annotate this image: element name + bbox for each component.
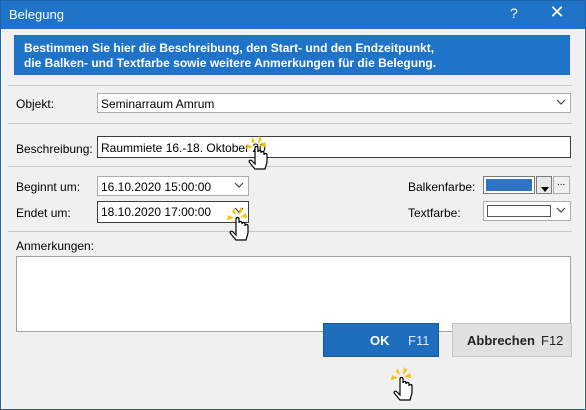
objekt-label: Objekt:	[16, 97, 55, 111]
ok-button[interactable]: OK F11	[323, 323, 439, 357]
anmerkungen-textarea[interactable]	[16, 256, 571, 332]
hand-cursor-icon	[227, 207, 249, 241]
cancel-button[interactable]: Abbrechen F12	[452, 323, 572, 357]
chevron-down-icon	[556, 205, 566, 218]
chevron-down-icon	[556, 97, 566, 110]
endet-value: 18.10.2020 17:00:00	[101, 205, 212, 219]
balkenfarbe-label: Balkenfarbe:	[408, 180, 476, 194]
ok-button-label: OK	[370, 333, 390, 348]
balkenfarbe-dropdown-button[interactable]	[536, 176, 552, 194]
anmerkungen-label: Anmerkungen:	[16, 239, 95, 253]
help-button[interactable]: ?	[504, 5, 524, 21]
caret-down-icon	[541, 182, 549, 193]
chevron-down-icon[interactable]	[234, 180, 244, 193]
ellipsis-label: ...	[557, 177, 566, 188]
beschreibung-label: Beschreibung:	[16, 142, 93, 156]
beschreibung-value: Raummiete 16.-18. Oktober 20	[101, 141, 266, 155]
textfarbe-label: Textfarbe:	[408, 206, 461, 220]
hand-cursor-icon	[246, 136, 268, 170]
balkenfarbe-swatch[interactable]	[483, 176, 535, 194]
endet-label: Endet um:	[16, 206, 71, 220]
close-button[interactable]: ✕	[542, 2, 572, 23]
beschreibung-input[interactable]: Raummiete 16.-18. Oktober 20	[97, 136, 571, 158]
beginnt-value: 16.10.2020 15:00:00	[101, 180, 212, 194]
separator	[8, 85, 572, 86]
window-title: Belegung	[9, 7, 64, 22]
beginnt-label: Beginnt um:	[16, 180, 81, 194]
beginnt-datetime[interactable]: 16.10.2020 15:00:00	[97, 176, 249, 196]
textfarbe-color	[487, 205, 551, 217]
objekt-select[interactable]: Seminarraum Amrum	[97, 93, 571, 113]
cancel-button-label: Abbrechen	[467, 333, 535, 348]
cancel-button-shortcut: F12	[541, 333, 564, 348]
title-bar: Belegung ? ✕	[1, 1, 585, 29]
balkenfarbe-more-button[interactable]: ...	[553, 176, 570, 194]
info-banner-line-2: die Balken- und Textfarbe sowie weitere …	[24, 56, 437, 70]
balkenfarbe-color	[486, 179, 532, 191]
textfarbe-select[interactable]	[483, 201, 571, 221]
ok-button-shortcut: F11	[408, 333, 430, 348]
belegung-dialog: Belegung ? ✕ Bestimmen Sie hier die Besc…	[0, 0, 586, 410]
separator	[8, 231, 572, 232]
hand-cursor-icon	[391, 367, 413, 401]
info-banner: Bestimmen Sie hier die Beschreibung, den…	[14, 35, 570, 75]
objekt-value: Seminarraum Amrum	[101, 97, 215, 111]
info-banner-line-1: Bestimmen Sie hier die Beschreibung, den…	[24, 41, 435, 55]
separator	[8, 123, 572, 124]
separator	[8, 166, 572, 167]
